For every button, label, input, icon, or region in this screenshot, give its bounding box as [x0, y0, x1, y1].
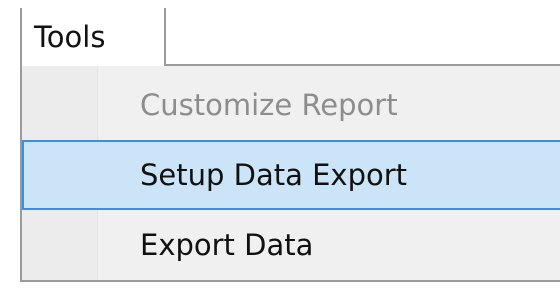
tools-dropdown-menu: Customize Report Setup Data Export Expor… [20, 64, 560, 282]
app-canvas: Tools Customize Report Setup Data Export… [0, 0, 560, 292]
menu-item-label: Export Data [140, 228, 314, 262]
tools-menu-header[interactable]: Tools [20, 8, 166, 66]
menu-item-label: Customize Report [140, 88, 398, 122]
menu-item-customize-report[interactable]: Customize Report [22, 70, 560, 140]
menu-item-export-data[interactable]: Export Data [22, 210, 560, 280]
menu-item-label: Setup Data Export [140, 158, 408, 192]
menu-bar [0, 0, 560, 8]
menu-item-setup-data-export[interactable]: Setup Data Export [22, 140, 560, 210]
tools-menu-label: Tools [34, 20, 106, 54]
